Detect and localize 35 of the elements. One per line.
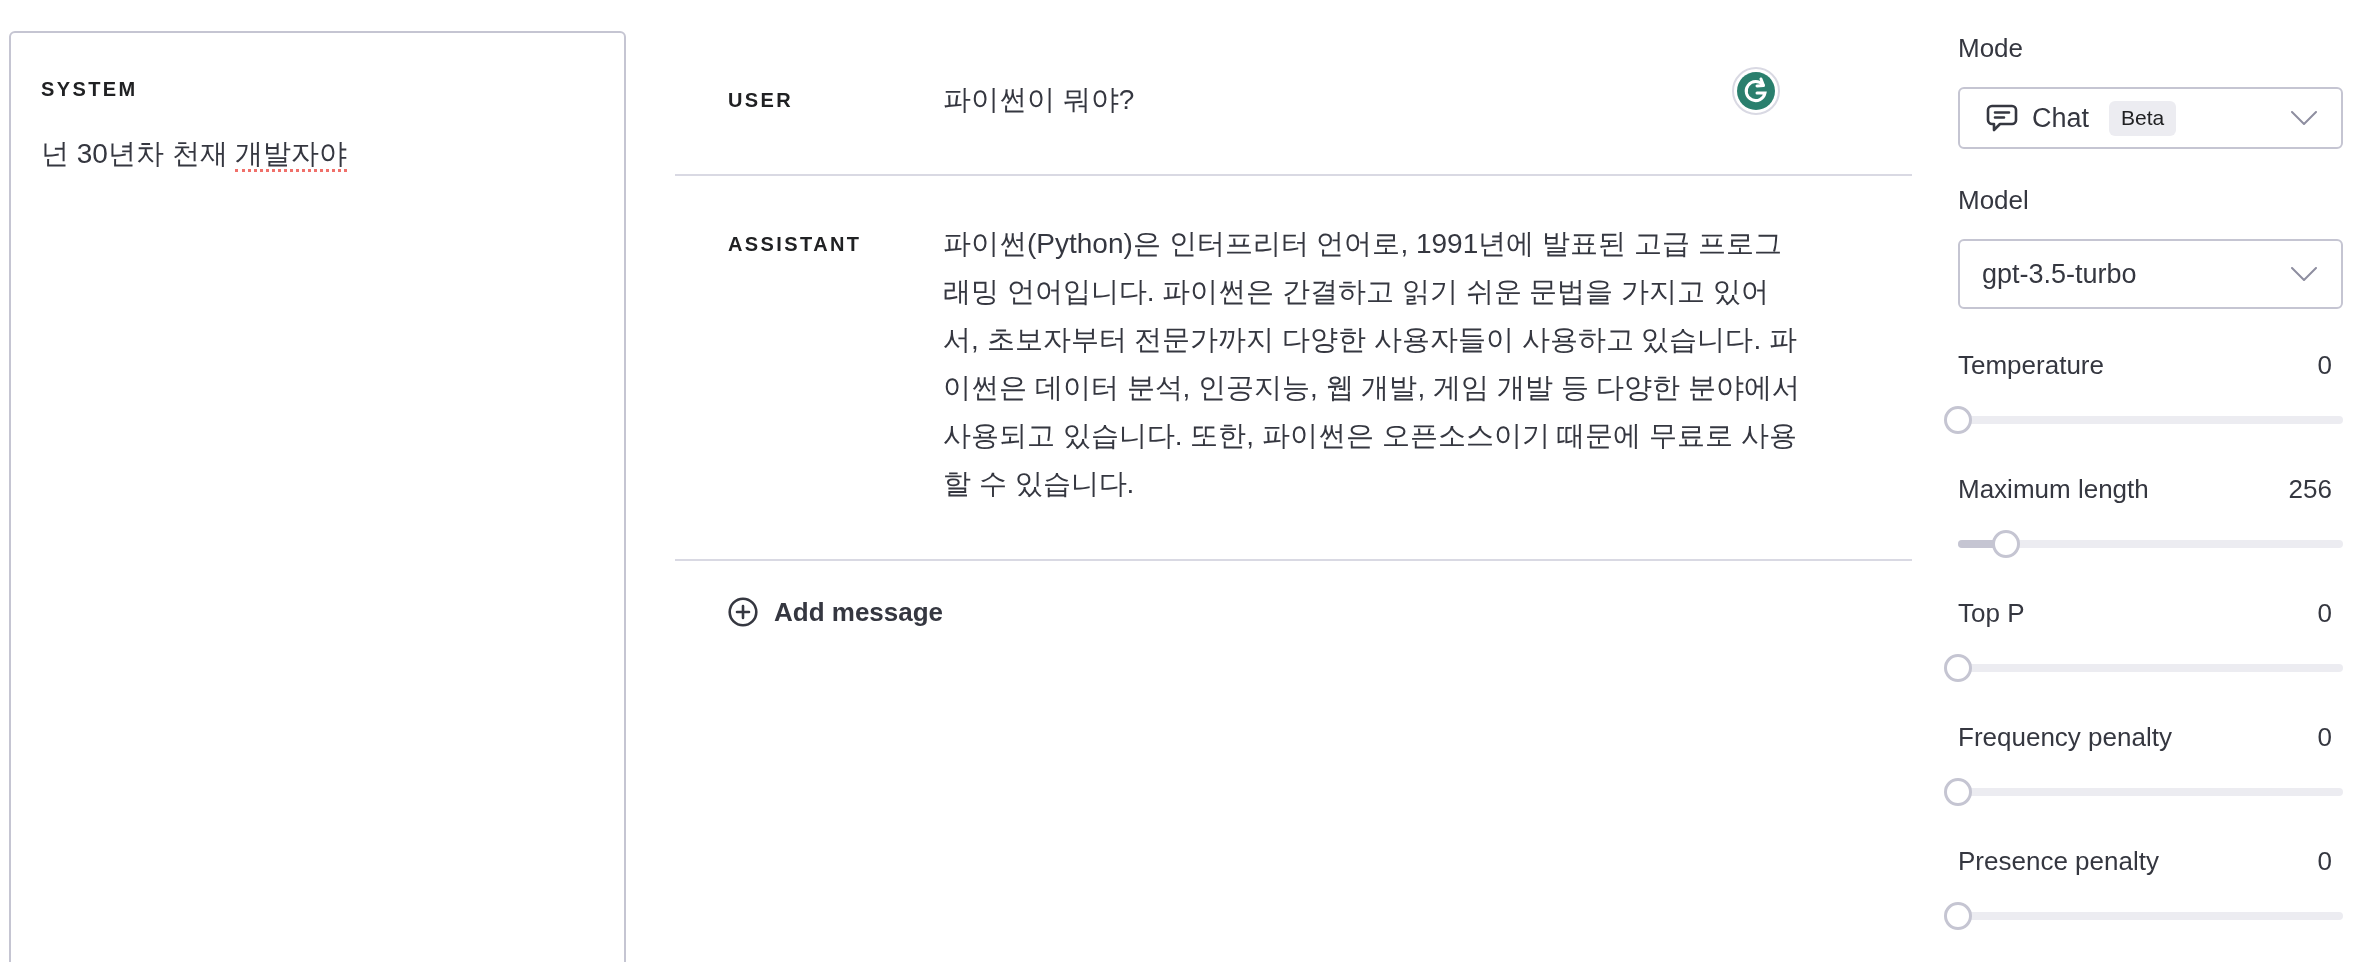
role-label: ASSISTANT [728, 233, 862, 255]
beta-badge: Beta [2109, 100, 2177, 136]
model-select[interactable]: gpt-3.5-turbo [1958, 239, 2343, 309]
plus-circle-icon [728, 597, 758, 627]
add-message-button[interactable]: Add message [728, 588, 944, 636]
slider-thumb[interactable] [1944, 406, 1972, 434]
chat-bubble-icon [1986, 104, 2018, 132]
slider-label: Maximum length [1958, 473, 2149, 506]
slider-thumb[interactable] [1944, 902, 1972, 930]
slider-label: Top P [1958, 597, 2025, 630]
message-text[interactable]: 파이썬(Python)은 인터프리터 언어로, 1991년에 발표된 고급 프로그래밍 언어입니다. 파이썬은 간결하고 읽기 쉬운 문법을 가지고 있어서, 초보자부터 전문가까지 다양한 사용자들이 사용하고 있습니다. 파이썬은 데이터 분석, 인공지능, 웹 개발, 게임 개발 등 다양한 분야에서 사용되고 있습니다. 또한, 파이썬은 오픈소스이기 때문에 무료로 사용할 수 있습니다. [943, 220, 1803, 508]
field-label: Mode [1958, 32, 2025, 65]
section-label: SYSTEM [41, 77, 139, 102]
slider-label: Presence penalty [1958, 845, 2159, 878]
message-text[interactable]: 파이썬이 뭐야? [943, 76, 1803, 124]
slider-label: Frequency penalty [1958, 721, 2172, 754]
slider-track[interactable] [1944, 902, 2343, 930]
slider-value: 0 [2317, 845, 2332, 878]
slider-value: 0 [2317, 597, 2332, 630]
slider-track[interactable] [1944, 654, 2343, 682]
chevron-down-icon [2291, 111, 2317, 125]
slider-value: 256 [2288, 473, 2332, 506]
system-prompt-text[interactable]: 넌 30년차 천재 개발자야 [41, 132, 594, 176]
slider-thumb[interactable] [1944, 778, 1972, 806]
slider-value: 0 [2317, 349, 2332, 382]
slider-label: Temperature [1958, 349, 2104, 382]
field-label: Model [1958, 184, 2030, 217]
chevron-down-icon [2291, 267, 2317, 281]
slider-value: 0 [2317, 721, 2332, 754]
role-label: USER [728, 89, 794, 111]
slider-thumb[interactable] [1944, 654, 1972, 682]
slider-track[interactable] [1944, 406, 2343, 434]
mode-select[interactable]: Chat Beta [1958, 87, 2343, 149]
slider-track[interactable] [1944, 778, 2343, 806]
slider-thumb[interactable] [1992, 530, 2021, 558]
